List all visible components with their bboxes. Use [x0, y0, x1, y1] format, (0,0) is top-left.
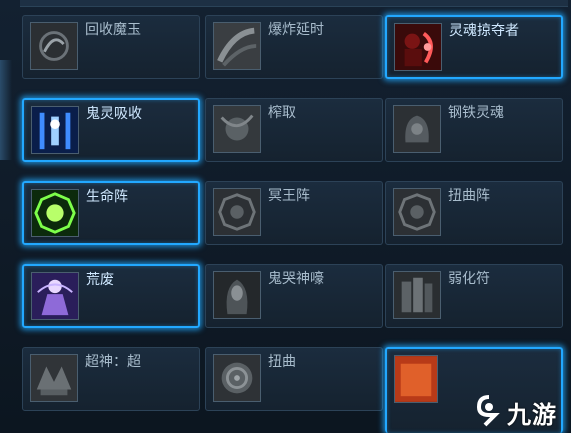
iron-soul-icon [393, 105, 441, 153]
twist-circle-icon [393, 188, 441, 236]
skill-tile-wail[interactable]: 鬼哭神嚎 [205, 264, 383, 328]
skill-label: 鬼灵吸收 [86, 106, 142, 122]
wail-icon [213, 271, 261, 319]
skill-tile-explosion-delay[interactable]: 爆炸延时 [205, 15, 383, 79]
skill-tile-twist-circle[interactable]: 扭曲阵 [385, 181, 563, 245]
watermark-text: 九游 [507, 401, 557, 429]
skill-label: 鬼哭神嚎 [268, 271, 324, 287]
skill-tile-recover-jade[interactable]: 回收魔玉 [22, 15, 200, 79]
skill-label: 冥王阵 [268, 188, 310, 204]
watermark-logo: 九游 [473, 393, 565, 429]
weaken-icon [393, 271, 441, 319]
skill-label: 扭曲阵 [448, 188, 490, 204]
side-glow [0, 60, 12, 160]
skill-label: 榨取 [268, 105, 296, 121]
life-circle-icon [31, 189, 79, 237]
desolation-icon [31, 272, 79, 320]
hades-circle-icon [213, 188, 261, 236]
skill-label: 钢铁灵魂 [448, 105, 504, 121]
skill-label: 超神：超 [85, 354, 141, 370]
skill-label: 生命阵 [86, 189, 128, 205]
skill-tile-twist[interactable]: 扭曲 [205, 347, 383, 411]
skill-tile-spirit-absorb[interactable]: 鬼灵吸收 [22, 98, 200, 162]
twist-icon [213, 354, 261, 402]
skill-tile-extract[interactable]: 榨取 [205, 98, 383, 162]
skill-tile-desolation[interactable]: 荒废 [22, 264, 200, 328]
9you-logo-icon [476, 395, 500, 427]
skill-label: 回收魔玉 [85, 22, 141, 38]
skill-label: 荒废 [86, 272, 114, 288]
skill-label: 扭曲 [268, 354, 296, 370]
skill-tile-iron-soul[interactable]: 钢铁灵魂 [385, 98, 563, 162]
panel-top-bar [20, 0, 568, 7]
skill-label: 爆炸延时 [268, 22, 324, 38]
skill-label: 弱化符 [448, 271, 490, 287]
soul-reaver-icon [394, 23, 442, 71]
skill-tile-soul-reaver[interactable]: 灵魂掠夺者 [385, 15, 563, 79]
extract-icon [213, 105, 261, 153]
dark-swirl-icon [30, 22, 78, 70]
explosion-delay-icon [213, 22, 261, 70]
partial-skill-icon [394, 355, 438, 403]
godlike-icon [30, 354, 78, 402]
skill-tile-life-circle[interactable]: 生命阵 [22, 181, 200, 245]
skill-tile-godlike[interactable]: 超神：超 [22, 347, 200, 411]
skill-tile-weaken[interactable]: 弱化符 [385, 264, 563, 328]
skill-panel: 回收魔玉 爆炸延时 灵魂掠夺者 鬼灵吸收 榨取 钢铁灵魂 生命阵 冥王阵 扭曲阵… [0, 0, 571, 433]
skill-tile-hades-circle[interactable]: 冥王阵 [205, 181, 383, 245]
spirit-absorb-icon [31, 106, 79, 154]
skill-label: 灵魂掠夺者 [449, 23, 519, 39]
